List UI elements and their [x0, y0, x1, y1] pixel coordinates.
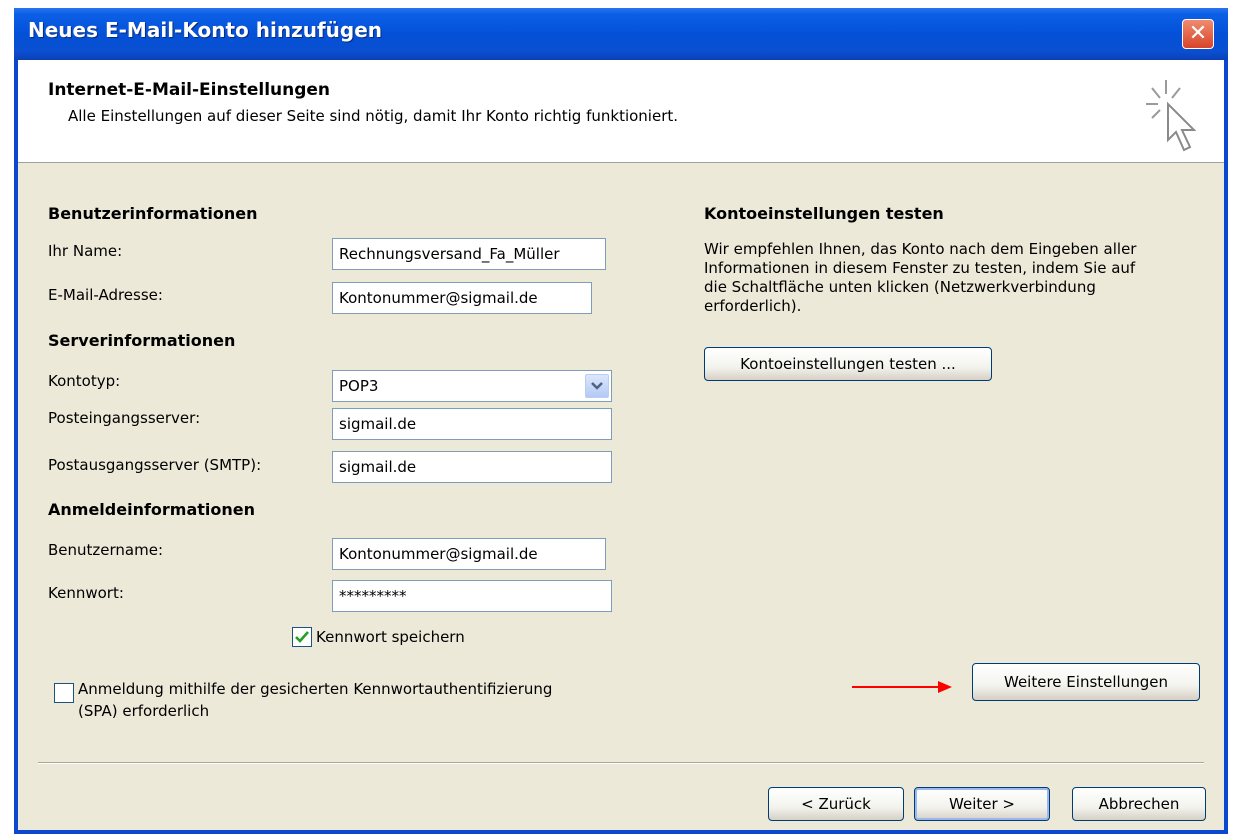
cursor-sparkle-icon [1146, 80, 1197, 152]
server-info-heading: Serverinformationen [48, 331, 236, 350]
dropdown-arrow[interactable] [585, 374, 609, 398]
incoming-server-label: Posteingangsserver: [48, 409, 201, 427]
account-type-label: Kontotyp: [48, 372, 121, 390]
email-label: E-Mail-Adresse: [48, 286, 163, 304]
account-type-value: POP3 [339, 377, 379, 395]
window-title: Neues E-Mail-Konto hinzufügen [28, 18, 383, 42]
email-field[interactable]: Kontonummer@sigmail.de [332, 282, 592, 314]
spa-checkbox[interactable] [54, 683, 74, 703]
cancel-button[interactable]: Abbrechen [1072, 787, 1206, 821]
name-field[interactable]: Rechnungsversand_Fa_Müller [332, 238, 606, 270]
login-info-heading: Anmeldeinformationen [48, 500, 256, 519]
footer-divider [38, 762, 1204, 764]
red-arrow-annotation [852, 681, 952, 693]
incoming-server-field[interactable]: sigmail.de [332, 408, 612, 440]
outgoing-server-label: Postausgangsserver (SMTP): [48, 456, 262, 474]
remember-password-checkbox[interactable] [292, 627, 312, 647]
back-button[interactable]: < Zurück [768, 787, 904, 821]
name-label: Ihr Name: [48, 242, 123, 260]
checkmark-icon [295, 631, 309, 643]
test-settings-heading: Kontoeinstellungen testen [704, 204, 944, 223]
more-settings-button[interactable]: Weitere Einstellungen [972, 663, 1200, 701]
remember-password-label[interactable]: Kennwort speichern [316, 628, 465, 646]
username-field[interactable]: Kontonummer@sigmail.de [332, 538, 606, 570]
test-settings-description: Wir empfehlen Ihnen, das Konto nach dem … [704, 240, 1137, 315]
dialog-client-area: Internet-E-Mail-Einstellungen Alle Einst… [18, 60, 1224, 830]
page-subtitle: Alle Einstellungen auf dieser Seite sind… [68, 107, 679, 125]
page-title: Internet-E-Mail-Einstellungen [48, 80, 331, 100]
close-button[interactable]: ✕ [1182, 19, 1214, 49]
title-bar[interactable]: Neues E-Mail-Konto hinzufügen ✕ [14, 8, 1228, 60]
user-info-heading: Benutzerinformationen [48, 204, 258, 223]
dialog-window: Neues E-Mail-Konto hinzufügen ✕ Internet… [14, 8, 1228, 834]
spa-label-line2[interactable]: (SPA) erforderlich [78, 702, 209, 720]
password-field[interactable]: ********* [332, 580, 612, 612]
wizard-header: Internet-E-Mail-Einstellungen Alle Einst… [18, 60, 1224, 163]
spa-label-line1[interactable]: Anmeldung mithilfe der gesicherten Kennw… [78, 680, 552, 698]
account-type-select[interactable]: POP3 [332, 370, 612, 402]
outgoing-server-field[interactable]: sigmail.de [332, 451, 612, 483]
username-label: Benutzername: [48, 541, 164, 559]
password-label: Kennwort: [48, 584, 124, 602]
chevron-down-icon [591, 382, 603, 390]
next-button[interactable]: Weiter > [914, 787, 1050, 821]
test-account-button[interactable]: Kontoeinstellungen testen ... [704, 347, 992, 381]
